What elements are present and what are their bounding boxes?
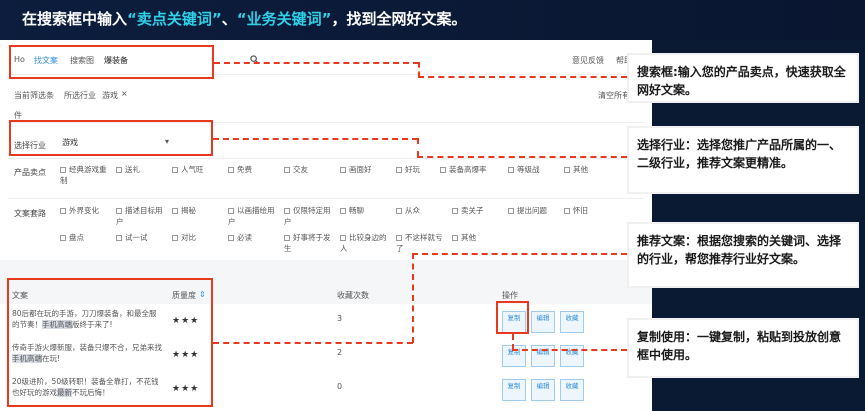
connector-line	[512, 349, 627, 351]
connector-line	[512, 334, 514, 350]
banner-keyword-1: “卖点关键词”	[127, 10, 222, 28]
callout-recommend: 推荐文案：根据您搜索的关键词、选择的行业，帮您推荐行业好文案。	[627, 222, 859, 288]
option-checkbox[interactable]: 经典游戏重制	[60, 164, 112, 186]
callout-copy-use: 复制使用：一键复制，粘贴到投放创意框中使用。	[627, 318, 859, 378]
connector-line	[412, 253, 627, 255]
copy-style-label: 文案套路	[14, 209, 46, 218]
connector-line	[418, 62, 420, 77]
connector-line	[214, 62, 419, 64]
option-checkbox[interactable]: 送礼	[116, 164, 168, 175]
close-icon[interactable]: ×	[121, 89, 128, 98]
highlight-copy-button	[496, 301, 529, 334]
option-checkbox[interactable]: 试一试	[116, 232, 168, 243]
highlight-search-box	[9, 45, 214, 79]
row-actions: 复制 编辑 收藏	[502, 379, 589, 401]
search-icon[interactable]	[250, 55, 259, 66]
connector-line	[418, 76, 627, 78]
edit-button[interactable]: 编辑	[531, 379, 555, 401]
option-checkbox[interactable]: 比较身边的人	[340, 232, 392, 254]
option-checkbox[interactable]: 卖关子	[452, 205, 504, 216]
option-checkbox[interactable]: 不这样就亏了	[396, 232, 448, 254]
copy-button[interactable]: 复制	[502, 379, 526, 401]
divider	[8, 198, 644, 199]
industry-filter-chip[interactable]: 游戏	[102, 90, 118, 101]
banner-title: 在搜索框中输入“卖点关键词”、“业务关键词”，找到全网好文案。	[0, 0, 865, 40]
option-checkbox[interactable]: 以画描绘用户	[228, 205, 280, 227]
banner-keyword-2: “业务关键词”	[236, 10, 332, 28]
callout-search: 搜索框:输入您的产品卖点，快速获取全网好文案。	[627, 53, 859, 103]
banner-prefix: 在搜索框中输入	[22, 10, 128, 28]
highlight-industry	[9, 120, 213, 156]
highlight-copy-list	[7, 278, 213, 407]
option-checkbox[interactable]: 怀旧	[564, 205, 604, 216]
option-checkbox[interactable]: 其他	[452, 232, 492, 243]
option-checkbox[interactable]: 对比	[172, 232, 224, 243]
option-checkbox[interactable]: 装备高爆率	[440, 164, 492, 175]
option-checkbox[interactable]: 外界变化	[60, 205, 112, 216]
banner-separator: 、	[221, 10, 237, 28]
option-checkbox[interactable]: 畅聊	[340, 205, 392, 216]
option-checkbox[interactable]: 揭秘	[172, 205, 224, 216]
option-checkbox[interactable]: 其他	[564, 164, 604, 175]
favorite-button[interactable]: 收藏	[560, 311, 584, 333]
favorite-count: 3	[337, 314, 343, 323]
feedback-link[interactable]: 意见反馈	[572, 55, 604, 66]
banner-suffix: ，找到全网好文案。	[331, 10, 467, 28]
callout-industry: 选择行业：选择您推广产品所属的一、二级行业，推荐文案更精准。	[627, 126, 859, 194]
industry-filter-label: 所选行业	[64, 91, 96, 100]
option-checkbox[interactable]: 免费	[228, 164, 280, 175]
favorite-count: 2	[337, 348, 343, 357]
edit-button[interactable]: 编辑	[531, 311, 555, 333]
option-checkbox[interactable]: 人气旺	[172, 164, 224, 175]
current-filter-label: 当前筛选条	[14, 91, 54, 100]
option-checkbox[interactable]: 盘点	[60, 232, 112, 243]
option-checkbox[interactable]: 交友	[284, 164, 336, 175]
option-checkbox[interactable]: 画面好	[340, 164, 392, 175]
option-checkbox[interactable]: 提出问题	[508, 205, 560, 216]
option-checkbox[interactable]: 从众	[396, 205, 448, 216]
connector-line	[417, 156, 627, 158]
connector-line	[213, 138, 418, 140]
col-actions: 操作	[502, 291, 518, 300]
option-checkbox[interactable]: 好玩	[396, 164, 436, 175]
connector-line	[213, 342, 413, 344]
option-checkbox[interactable]: 等级战	[508, 164, 560, 175]
col-favorites: 收藏次数	[337, 291, 369, 300]
favorite-count: 0	[337, 382, 343, 391]
option-checkbox[interactable]: 描述目标用户	[116, 205, 168, 227]
option-checkbox[interactable]: 好事将于发生	[284, 232, 336, 254]
selling-points-label: 产品卖点	[14, 168, 46, 177]
option-checkbox[interactable]: 必读	[228, 232, 280, 243]
option-checkbox[interactable]: 仅限特定用户	[284, 205, 336, 227]
connector-line	[417, 138, 419, 157]
divider	[8, 158, 644, 159]
connector-line	[412, 253, 414, 343]
favorite-button[interactable]: 收藏	[560, 379, 584, 401]
